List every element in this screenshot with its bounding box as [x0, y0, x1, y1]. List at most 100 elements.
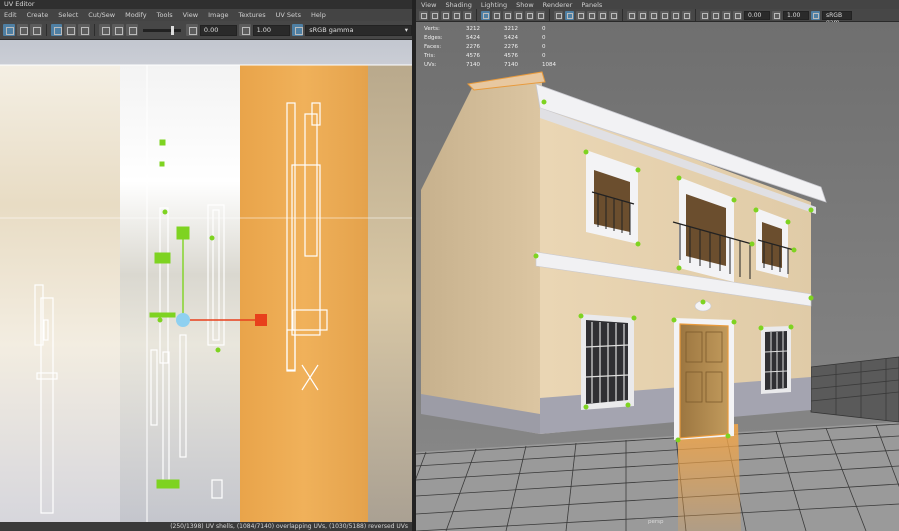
hud-value: 0 [542, 35, 546, 41]
hud-label: Faces: [424, 44, 442, 50]
toolbar-divider [695, 9, 696, 21]
uv-editor-title: UV Editor [0, 0, 412, 9]
color-space-value: sRGB gamma [309, 25, 354, 34]
distortion-icon[interactable] [112, 24, 124, 36]
image-icon[interactable] [125, 24, 138, 36]
motion-blur-icon[interactable] [660, 10, 669, 20]
ambient-occlusion-icon[interactable] [649, 10, 658, 20]
toolbar-divider [45, 24, 47, 36]
color-space-icon[interactable] [291, 24, 304, 36]
menu-uv-sets[interactable]: UV Sets [276, 11, 301, 19]
viewport-toolbar: 0.00 1.00 sRGB gam [416, 9, 899, 26]
menu-create[interactable]: Create [27, 11, 49, 19]
menu-view[interactable]: View [421, 1, 436, 9]
uv-shell-left [34, 284, 58, 514]
menu-cut-sew[interactable]: Cut/Sew [88, 11, 115, 19]
image-dim-slider[interactable] [142, 25, 182, 35]
hud-value: 5424 [504, 35, 518, 41]
menu-lighting[interactable]: Lighting [481, 1, 507, 9]
exposure-icon[interactable] [733, 10, 742, 20]
menu-modify[interactable]: Modify [125, 11, 147, 19]
menu-edit[interactable]: Edit [4, 11, 17, 19]
gamma-icon[interactable] [238, 24, 251, 36]
resolution-gate-icon[interactable] [492, 10, 501, 20]
grid-icon[interactable] [50, 24, 63, 36]
uv-editor-menubar: Edit Create Select Cut/Sew Modify Tools … [0, 9, 412, 21]
safe-action-icon[interactable] [525, 10, 534, 20]
field-chart-icon[interactable] [514, 10, 523, 20]
uv-texture-viewport[interactable]: (250/1398) UV shells, (1084/7140) overla… [0, 40, 412, 531]
smooth-shade-icon[interactable] [565, 10, 574, 20]
slider-knob[interactable] [170, 25, 174, 35]
menu-image[interactable]: Image [208, 11, 228, 19]
uv-shell-right [286, 102, 328, 391]
film-gate-icon[interactable] [463, 10, 472, 20]
lock-camera-icon[interactable] [430, 10, 439, 20]
wireframe-icon[interactable] [554, 10, 563, 20]
viewport-gamma-field[interactable]: 1.00 [783, 10, 809, 20]
tweak-icon[interactable] [16, 24, 29, 36]
viewport-exposure-field[interactable]: 0.00 [744, 10, 770, 20]
chevron-down-icon: ▾ [404, 25, 409, 34]
camera-name-label: persp [648, 519, 664, 525]
shell-icon[interactable] [30, 24, 42, 36]
select-icon[interactable] [3, 24, 15, 36]
safe-title-icon[interactable] [536, 10, 545, 20]
shaded-uv-icon[interactable] [98, 24, 111, 36]
poly-count-hud: Verts: 3212 3212 0 Edges: 5424 5424 0 Fa… [424, 26, 558, 68]
depth-of-field-icon[interactable] [682, 10, 691, 20]
image-plane-icon[interactable] [452, 10, 461, 20]
uv-manipulator[interactable] [176, 227, 267, 327]
lower-window-right [761, 326, 791, 394]
uv-shell-center [150, 204, 225, 499]
checker-icon[interactable] [64, 24, 77, 36]
gamma-icon[interactable] [772, 10, 781, 20]
viewport-menubar: View Shading Lighting Show Renderer Pane… [416, 0, 899, 9]
menu-view[interactable]: View [183, 11, 198, 19]
shadow-icon[interactable] [609, 10, 618, 20]
menu-select[interactable]: Select [58, 11, 78, 19]
exposure-field[interactable]: 0.00 [199, 24, 237, 36]
xray-joints-icon[interactable] [638, 10, 647, 20]
gate-mask-icon[interactable] [503, 10, 512, 20]
wireframe-on-shaded-icon[interactable] [576, 10, 585, 20]
menu-help[interactable]: Help [311, 11, 326, 19]
bookmark-icon[interactable] [441, 10, 450, 20]
toolbar-divider [549, 9, 550, 21]
menu-renderer[interactable]: Renderer [543, 1, 573, 9]
xray-active-icon[interactable] [711, 10, 720, 20]
hud-value: 0 [542, 44, 546, 50]
uv-editor-panel: UV Editor Edit Create Select Cut/Sew Mod… [0, 0, 412, 531]
isolate-icon[interactable] [700, 10, 709, 20]
viewport-color-space-dropdown[interactable]: sRGB gam [822, 10, 852, 26]
textured-icon[interactable] [587, 10, 596, 20]
3d-scene[interactable] [416, 22, 899, 531]
toolbar-divider [93, 24, 95, 36]
menu-show[interactable]: Show [516, 1, 534, 9]
grid-icon[interactable] [481, 10, 490, 20]
lighting-icon[interactable] [598, 10, 607, 20]
hud-value: 7140 [466, 62, 480, 68]
hud-value: 0 [542, 53, 546, 59]
snapshot-icon[interactable] [78, 24, 90, 36]
hud-value: 2276 [466, 44, 480, 50]
front-door[interactable] [674, 300, 734, 440]
lower-window-left [581, 314, 634, 410]
menu-tools[interactable]: Tools [157, 11, 173, 19]
camera-icon[interactable] [419, 10, 428, 20]
anti-alias-icon[interactable] [671, 10, 680, 20]
color-space-dropdown[interactable]: sRGB gamma ▾ [305, 24, 412, 36]
exposure-icon[interactable] [186, 24, 198, 36]
hud-label: Verts: [424, 26, 440, 32]
gamma-field[interactable]: 1.00 [252, 24, 290, 36]
3d-viewport-panel: View Shading Lighting Show Renderer Pane… [416, 0, 899, 531]
menu-textures[interactable]: Textures [238, 11, 265, 19]
menu-shading[interactable]: Shading [445, 1, 471, 9]
toolbar-divider [622, 9, 623, 21]
hud-icon[interactable] [722, 10, 731, 20]
xray-icon[interactable] [627, 10, 636, 20]
hud-label: Tris: [424, 53, 436, 59]
menu-panels[interactable]: Panels [581, 1, 602, 9]
color-space-icon[interactable] [811, 10, 820, 20]
hud-value: 3212 [504, 26, 518, 32]
